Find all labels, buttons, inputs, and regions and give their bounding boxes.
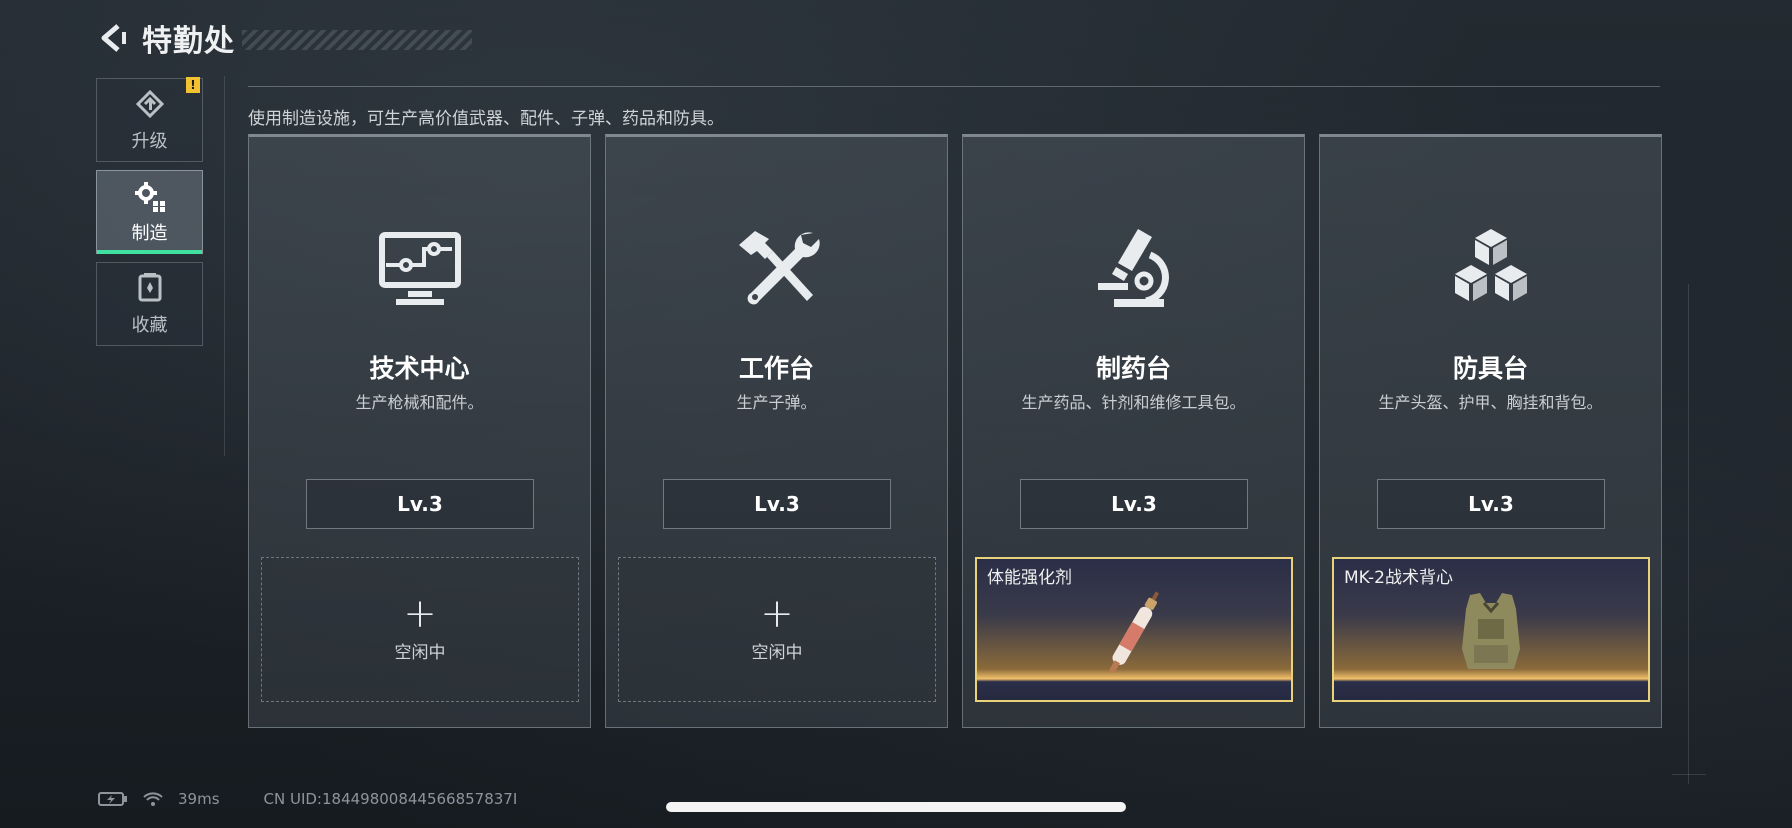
page-title: 特勤处 bbox=[142, 24, 235, 59]
facility-title: 工作台 bbox=[738, 354, 814, 383]
facility-card-tech-center[interactable]: 技术中心 生产枪械和配件。 Lv.3 + 空闲中 bbox=[248, 134, 591, 728]
title-stripes bbox=[242, 30, 472, 50]
sidebar-item-upgrade[interactable]: ! 升级 bbox=[96, 77, 203, 162]
wifi-icon bbox=[143, 792, 163, 806]
level-button[interactable]: Lv.3 bbox=[1377, 479, 1605, 529]
decor-line bbox=[1672, 774, 1706, 775]
facility-subtitle: 生产子弹。 bbox=[736, 393, 817, 412]
back-button[interactable] bbox=[96, 20, 132, 56]
item-name: MK-2战术背心 bbox=[1344, 568, 1453, 588]
sidebar-item-label: 收藏 bbox=[131, 315, 168, 336]
microscope-icon bbox=[1097, 229, 1169, 307]
facility-subtitle: 生产枪械和配件。 bbox=[355, 393, 484, 412]
battery-icon bbox=[98, 792, 127, 806]
slot-status: 空闲中 bbox=[751, 643, 803, 663]
production-slot-item[interactable]: MK-2战术背心 bbox=[1332, 557, 1650, 702]
decor-line bbox=[224, 76, 225, 456]
gears-icon bbox=[134, 182, 165, 212]
status-bar: 39ms CN UID:18449800844566857837I bbox=[98, 790, 517, 808]
plus-icon: + bbox=[760, 591, 794, 637]
back-arrow-icon bbox=[101, 24, 126, 52]
home-indicator[interactable] bbox=[666, 802, 1126, 812]
sidebar-item-label: 升级 bbox=[131, 131, 168, 152]
facility-title: 制药台 bbox=[1095, 354, 1171, 383]
monitor-icon bbox=[378, 232, 461, 305]
facility-card-armor[interactable]: 防具台 生产头盔、护甲、胸挂和背包。 Lv.3 MK-2战术背心 bbox=[1319, 134, 1662, 728]
production-slot-item[interactable]: 体能强化剂 bbox=[975, 557, 1293, 702]
facility-subtitle: 生产头盔、护甲、胸挂和背包。 bbox=[1378, 393, 1603, 412]
sidebar-item-label: 制造 bbox=[131, 223, 168, 244]
hammer-wrench-icon bbox=[738, 231, 820, 305]
syringe-icon bbox=[1108, 591, 1160, 673]
sidebar: ! 升级 制造 收藏 bbox=[96, 77, 203, 354]
cubes-icon bbox=[1454, 229, 1527, 301]
decor-line bbox=[1688, 284, 1689, 784]
production-slot-idle[interactable]: + 空闲中 bbox=[618, 557, 936, 702]
sidebar-item-craft[interactable]: 制造 bbox=[96, 170, 203, 254]
sidebar-item-collection[interactable]: 收藏 bbox=[96, 262, 203, 346]
item-name: 体能强化剂 bbox=[987, 568, 1072, 588]
divider bbox=[248, 86, 1660, 87]
production-slot-idle[interactable]: + 空闲中 bbox=[261, 557, 579, 702]
slot-status: 空闲中 bbox=[394, 643, 446, 663]
level-button[interactable]: Lv.3 bbox=[306, 479, 534, 529]
facility-title: 技术中心 bbox=[369, 354, 470, 383]
ping-value: 39ms bbox=[178, 790, 220, 808]
collection-icon bbox=[138, 273, 161, 302]
vest-icon bbox=[1462, 593, 1520, 669]
facility-subtitle: 生产药品、针剂和维修工具包。 bbox=[1021, 393, 1246, 412]
user-uid: CN UID:18449800844566857837I bbox=[263, 790, 518, 808]
facility-card-workbench[interactable]: 工作台 生产子弹。 Lv.3 + 空闲中 bbox=[605, 134, 948, 728]
level-button[interactable]: Lv.3 bbox=[663, 479, 891, 529]
plus-icon: + bbox=[403, 591, 437, 637]
upgrade-icon bbox=[135, 89, 164, 119]
alert-badge: ! bbox=[186, 77, 200, 93]
page-description: 使用制造设施，可生产高价值武器、配件、子弹、药品和防具。 bbox=[248, 109, 724, 129]
facility-title: 防具台 bbox=[1452, 354, 1528, 383]
level-button[interactable]: Lv.3 bbox=[1020, 479, 1248, 529]
facility-card-pharmacy[interactable]: 制药台 生产药品、针剂和维修工具包。 Lv.3 体能强化剂 bbox=[962, 134, 1305, 728]
header: 特勤处 bbox=[96, 18, 472, 59]
facility-cards: 技术中心 生产枪械和配件。 Lv.3 + 空闲中 工作台 生产子弹。 Lv.3 … bbox=[248, 134, 1662, 728]
